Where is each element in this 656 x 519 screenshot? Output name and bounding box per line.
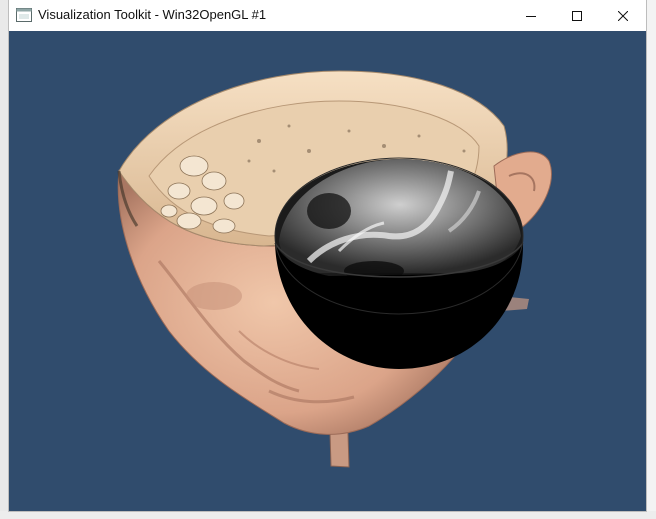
close-button[interactable] [600, 0, 646, 31]
head-model-render [117, 70, 552, 468]
maximize-button[interactable] [554, 0, 600, 31]
background-window-edge [0, 0, 9, 519]
background-window-edge-bottom [0, 511, 656, 519]
minimize-icon [526, 15, 536, 17]
render-viewport[interactable] [9, 31, 646, 511]
app-window-icon [16, 8, 32, 22]
desktop-background: Visualization Toolkit - Win32OpenGL #1 [0, 0, 656, 519]
close-icon [618, 10, 628, 21]
vtk-render-window[interactable]: Visualization Toolkit - Win32OpenGL #1 [9, 0, 646, 511]
title-bar[interactable]: Visualization Toolkit - Win32OpenGL #1 [9, 0, 646, 31]
window-title: Visualization Toolkit - Win32OpenGL #1 [38, 7, 267, 22]
maximize-icon [572, 10, 582, 21]
minimize-button[interactable] [508, 0, 554, 31]
